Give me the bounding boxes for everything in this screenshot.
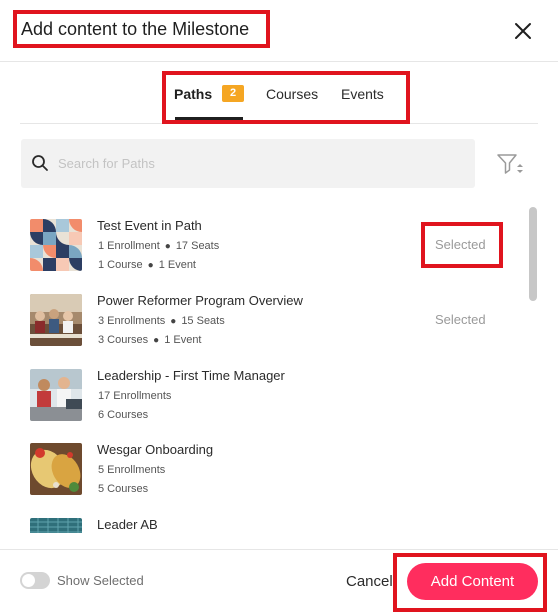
filter-icon[interactable]	[496, 152, 524, 176]
list-item[interactable]: Leadership - First Time Manager 17 Enrol…	[0, 357, 528, 431]
path-content-info: 1 Course ● 1 Event	[98, 259, 196, 271]
list-scrollbar-thumb[interactable]	[529, 207, 537, 301]
add-content-button[interactable]: Add Content	[407, 563, 538, 600]
path-title: Wesgar Onboarding	[97, 442, 214, 457]
path-enrollment-info: 3 Enrollments ● 15 Seats	[98, 315, 225, 327]
toggle-knob	[22, 574, 35, 587]
show-selected-toggle[interactable]	[20, 572, 50, 589]
path-enrollment-info: 1 Enrollment ● 17 Seats	[98, 240, 220, 252]
show-selected-label: Show Selected	[57, 573, 144, 588]
path-title: Leader AB	[97, 517, 158, 532]
list-item[interactable]: Leader AB	[0, 506, 528, 533]
path-content-info: 6 Courses	[98, 409, 149, 421]
modal-title: Add content to the Milestone	[21, 19, 250, 39]
path-thumbnail	[30, 518, 82, 533]
path-thumbnail	[30, 369, 82, 421]
active-tab-indicator	[175, 117, 243, 120]
add-content-modal: Add content to the Milestone Paths Cours…	[0, 0, 558, 614]
selected-status: Selected	[435, 237, 486, 252]
path-content-info: 3 Courses ● 1 Event	[98, 334, 202, 346]
path-thumbnail	[30, 294, 82, 346]
path-enrollment-info: 5 Enrollments	[98, 464, 166, 476]
content-type-tabs: Paths Courses Events	[0, 62, 558, 124]
search-input[interactable]	[58, 150, 458, 176]
paths-list: Test Event in Path 1 Enrollment ● 17 Seats…	[0, 207, 528, 533]
paths-count-badge: 2	[222, 85, 244, 102]
path-title: Leadership - First Time Manager	[97, 368, 285, 383]
modal-header: Add content to the Milestone	[0, 0, 558, 62]
tab-events[interactable]: Events	[341, 85, 384, 103]
path-thumbnail	[30, 443, 82, 495]
path-content-info: 5 Courses	[98, 483, 149, 495]
path-title: Power Reformer Program Overview	[97, 293, 303, 308]
selected-status: Selected	[435, 312, 486, 327]
list-item[interactable]: Power Reformer Program Overview 3 Enroll…	[0, 282, 528, 356]
tabs-divider	[20, 123, 538, 124]
search-bar	[21, 139, 475, 188]
cancel-button[interactable]: Cancel	[346, 573, 393, 590]
path-thumbnail	[30, 219, 82, 271]
list-item[interactable]: Test Event in Path 1 Enrollment ● 17 Seats…	[0, 207, 528, 281]
list-item[interactable]: Wesgar Onboarding 5 Enrollments 5 Course…	[0, 431, 528, 505]
path-title: Test Event in Path	[97, 218, 202, 233]
close-icon[interactable]	[513, 21, 533, 41]
search-icon	[32, 155, 48, 171]
tab-courses[interactable]: Courses	[266, 85, 318, 103]
path-enrollment-info: 17 Enrollments	[98, 390, 172, 402]
tab-paths[interactable]: Paths	[174, 85, 212, 103]
